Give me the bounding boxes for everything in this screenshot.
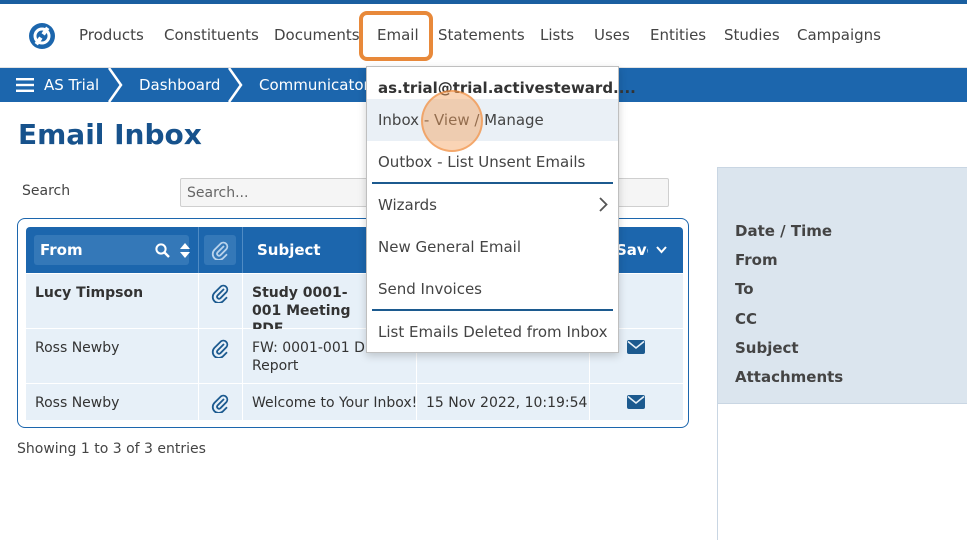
detail-label-date-time: Date / Time bbox=[735, 222, 833, 240]
menu-item-new-general-email[interactable]: New General Email bbox=[367, 226, 618, 268]
chevron-right-icon bbox=[599, 197, 608, 212]
detail-panel-header bbox=[718, 167, 967, 205]
column-header-saved[interactable]: Saved bbox=[616, 227, 648, 273]
detail-label-cc: CC bbox=[735, 310, 758, 328]
nav-documents[interactable]: Documents bbox=[274, 26, 360, 44]
email-dropdown-menu: as.trial@trial.activesteward.... Inbox -… bbox=[366, 66, 636, 353]
row-from: Ross Newby bbox=[35, 340, 120, 356]
paperclip-icon[interactable] bbox=[211, 240, 229, 260]
detail-label-attachments: Attachments bbox=[735, 368, 844, 386]
column-header-from[interactable]: From bbox=[40, 227, 83, 273]
email-detail-panel: Date / Time From To CC Subject Attachmen… bbox=[717, 167, 967, 540]
detail-panel-fields: Date / Time From To CC Subject Attachmen… bbox=[718, 205, 967, 404]
column-divider bbox=[242, 274, 243, 420]
envelope-icon[interactable] bbox=[627, 340, 645, 354]
paperclip-icon[interactable] bbox=[211, 338, 229, 358]
row-from: Lucy Timpson bbox=[35, 285, 144, 301]
chevron-down-icon[interactable] bbox=[656, 246, 667, 254]
menu-item-send-invoices[interactable]: Send Invoices bbox=[367, 268, 618, 310]
app-logo-icon[interactable] bbox=[28, 22, 56, 50]
menu-item-list-deleted[interactable]: List Emails Deleted from Inbox bbox=[367, 311, 618, 353]
row-from: Ross Newby bbox=[35, 395, 120, 411]
breadcrumb-chevron-icon bbox=[227, 68, 243, 102]
nav-entities[interactable]: Entities bbox=[650, 26, 706, 44]
paperclip-icon[interactable] bbox=[211, 393, 229, 413]
sort-icon[interactable] bbox=[180, 243, 190, 258]
hamburger-menu-icon[interactable] bbox=[16, 78, 34, 92]
detail-label-from: From bbox=[735, 251, 778, 269]
click-indicator bbox=[421, 90, 483, 152]
header-divider bbox=[198, 227, 199, 273]
envelope-icon[interactable] bbox=[627, 395, 645, 409]
menu-item-label: Wizards bbox=[378, 196, 437, 214]
detail-label-subject: Subject bbox=[735, 339, 799, 357]
menu-item-outbox[interactable]: Outbox - List Unsent Emails bbox=[367, 141, 618, 183]
nav-uses[interactable]: Uses bbox=[594, 26, 630, 44]
breadcrumb-communicator[interactable]: Communicator bbox=[259, 68, 370, 102]
nav-studies[interactable]: Studies bbox=[724, 26, 780, 44]
table-entries-info: Showing 1 to 3 of 3 entries bbox=[17, 441, 206, 457]
search-label: Search bbox=[22, 183, 71, 199]
paperclip-icon[interactable] bbox=[211, 283, 229, 303]
table-row[interactable]: Ross Newby Welcome to Your Inbox! 15 Nov… bbox=[26, 384, 683, 420]
detail-label-to: To bbox=[735, 280, 754, 298]
row-date: 15 Nov 2022, 10:19:54 bbox=[426, 395, 588, 411]
breadcrumb-as-trial[interactable]: AS Trial bbox=[44, 68, 99, 102]
header-divider bbox=[242, 227, 243, 273]
nav-campaigns[interactable]: Campaigns bbox=[797, 26, 881, 44]
nav-lists[interactable]: Lists bbox=[540, 26, 574, 44]
menu-item-inbox[interactable]: Inbox - View / Manage bbox=[367, 99, 618, 141]
column-header-subject[interactable]: Subject bbox=[257, 227, 321, 273]
breadcrumb-dashboard[interactable]: Dashboard bbox=[139, 68, 220, 102]
column-divider bbox=[198, 274, 199, 420]
email-highlight-box bbox=[359, 11, 433, 61]
nav-statements[interactable]: Statements bbox=[438, 26, 525, 44]
row-subject: Welcome to Your Inbox! bbox=[252, 395, 418, 411]
nav-products[interactable]: Products bbox=[79, 26, 144, 44]
page-title: Email Inbox bbox=[18, 118, 202, 151]
top-navigation: Products Constituents Documents Email St… bbox=[0, 4, 967, 68]
nav-constituents[interactable]: Constituents bbox=[164, 26, 259, 44]
menu-item-wizards[interactable]: Wizards bbox=[367, 184, 618, 226]
breadcrumb-chevron-icon bbox=[107, 68, 123, 102]
search-icon[interactable] bbox=[155, 243, 170, 258]
